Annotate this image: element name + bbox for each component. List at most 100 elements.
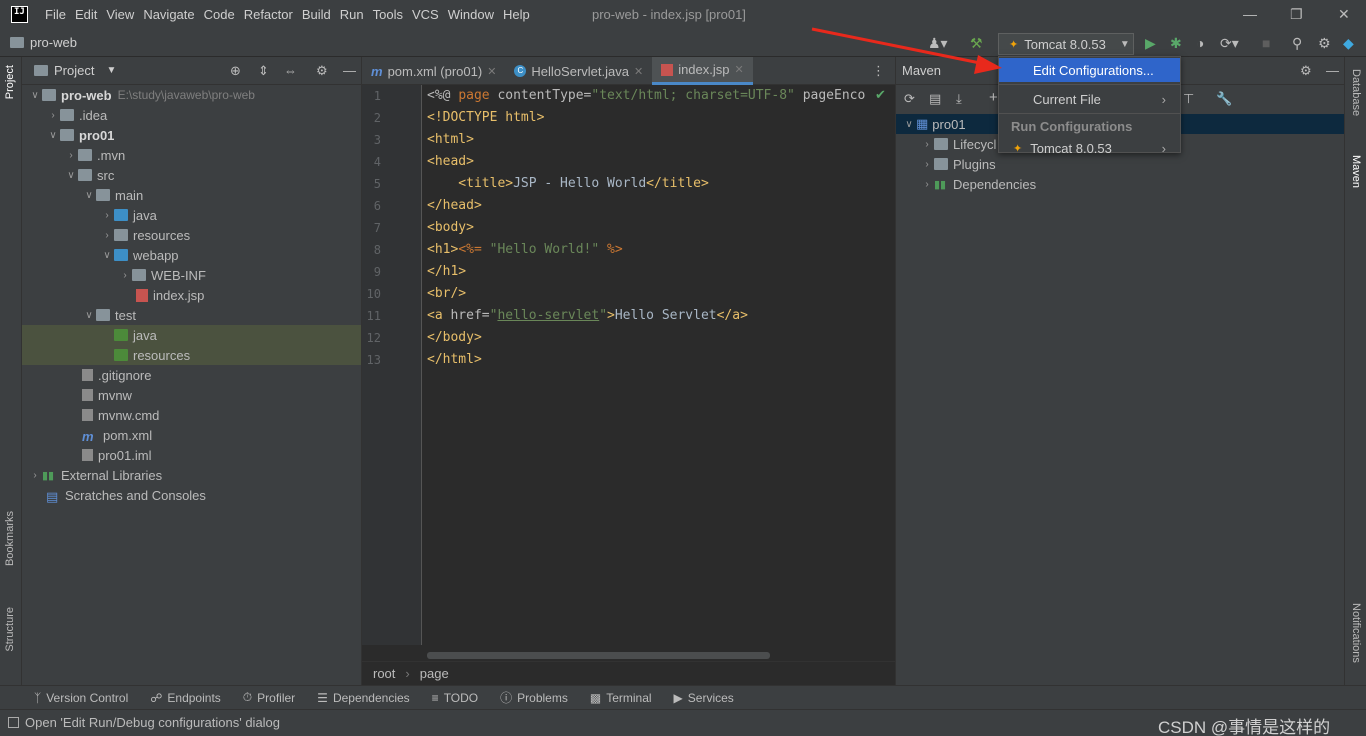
tree-item-test-resources[interactable]: resources	[22, 345, 361, 365]
tree-item-test-java[interactable]: java	[22, 325, 361, 345]
tree-item-scratches[interactable]: ▤ Scratches and Consoles	[22, 485, 361, 505]
menu-edit[interactable]: Edit	[75, 7, 97, 22]
plugin-icon[interactable]: ◆	[1343, 35, 1354, 52]
close-tab-icon[interactable]: ✕	[634, 65, 643, 78]
endpoints-button[interactable]: ☍ Endpoints	[150, 691, 221, 705]
todo-button[interactable]: ≡ TODO	[432, 691, 478, 705]
gear-icon[interactable]: ⚙	[1300, 63, 1312, 79]
wrench-icon[interactable]: 🔧	[1216, 91, 1232, 107]
add-icon[interactable]: +	[989, 89, 998, 106]
expand-all-icon[interactable]: ⇕	[258, 63, 269, 79]
build-hammer-icon[interactable]: ⚒	[970, 35, 983, 52]
search-icon[interactable]: ⚲	[1292, 35, 1302, 52]
toggle-tool-windows-icon[interactable]	[8, 717, 19, 728]
chevron-down-icon[interactable]: ∨	[82, 190, 96, 201]
chevron-right-icon[interactable]: ›	[920, 159, 934, 170]
more-tabs-icon[interactable]: ⋮	[872, 63, 885, 79]
chevron-down-icon[interactable]: ∨	[46, 130, 60, 141]
menu-vcs[interactable]: VCS	[412, 7, 439, 22]
hide-panel-icon[interactable]: —	[343, 63, 356, 78]
tree-item-resources[interactable]: › resources	[22, 225, 361, 245]
breadcrumb-page[interactable]: page	[420, 666, 449, 681]
tree-item-java[interactable]: › java	[22, 205, 361, 225]
tree-item-external-libraries[interactable]: › ▮▮ External Libraries	[22, 465, 361, 485]
tab-pom-xml[interactable]: m pom.xml (pro01) ✕	[362, 57, 505, 85]
collapse-all-icon[interactable]: ⇔	[284, 63, 297, 78]
chevron-down-icon[interactable]: ∨	[100, 250, 114, 261]
close-tab-icon[interactable]: ✕	[487, 65, 496, 78]
menu-code[interactable]: Code	[204, 7, 235, 22]
tree-item-mvnw[interactable]: mvnw	[22, 385, 361, 405]
generate-sources-icon[interactable]: ▤	[929, 91, 941, 107]
menu-help[interactable]: Help	[503, 7, 530, 22]
user-icon[interactable]: ♟▾	[928, 35, 948, 52]
close-icon[interactable]: ✕	[1338, 6, 1350, 23]
coverage-icon[interactable]: ◑	[1196, 35, 1204, 51]
tree-item-pro01[interactable]: ∨ pro01	[22, 125, 361, 145]
menu-tools[interactable]: Tools	[373, 7, 403, 22]
run-icon[interactable]: ▶	[1145, 35, 1156, 52]
chevron-right-icon[interactable]: ›	[118, 270, 132, 281]
chevron-down-icon[interactable]: ∨	[28, 90, 42, 101]
current-file-item[interactable]: Current File ›	[999, 87, 1180, 111]
menu-file[interactable]: File	[45, 7, 66, 22]
code-link[interactable]: hello-servlet	[497, 308, 599, 323]
tree-item-gitignore[interactable]: .gitignore	[22, 365, 361, 385]
edit-configurations-item[interactable]: Edit Configurations...	[999, 58, 1180, 82]
reload-icon[interactable]: ⟳	[904, 91, 915, 107]
tab-helloservlet-java[interactable]: C HelloServlet.java ✕	[505, 57, 652, 85]
profiler-button[interactable]: ⏱ Profiler	[243, 690, 295, 705]
tree-item-pom-xml[interactable]: m pom.xml	[22, 425, 361, 445]
chevron-right-icon[interactable]: ›	[64, 150, 78, 161]
run-configuration-selector[interactable]: ✦ Tomcat 8.0.53 ▼	[998, 33, 1134, 55]
code-editor[interactable]: <%@ page contentType="text/html; charset…	[427, 85, 893, 645]
services-button[interactable]: ▶ Services	[674, 691, 734, 705]
tree-item-web-inf[interactable]: › WEB-INF	[22, 265, 361, 285]
problems-button[interactable]: ⓘ Problems	[500, 689, 568, 706]
maven-tool-button[interactable]: Maven	[1350, 155, 1362, 188]
notifications-tool-button[interactable]: Notifications	[1350, 603, 1362, 663]
collapse-icon[interactable]: ⊤	[1183, 91, 1194, 107]
gear-icon[interactable]: ⚙	[1318, 35, 1331, 52]
menu-window[interactable]: Window	[448, 7, 494, 22]
database-tool-button[interactable]: Database	[1350, 69, 1362, 116]
chevron-right-icon[interactable]: ›	[920, 139, 934, 150]
chevron-right-icon[interactable]: ›	[28, 470, 42, 481]
structure-tool-button[interactable]: Structure	[4, 607, 16, 652]
project-panel-title[interactable]: Project	[54, 63, 94, 78]
tree-item-main[interactable]: ∨ main	[22, 185, 361, 205]
tree-item-src[interactable]: ∨ src	[22, 165, 361, 185]
chevron-right-icon[interactable]: ›	[100, 230, 114, 241]
tree-item-idea[interactable]: › .idea	[22, 105, 361, 125]
tree-item-webapp[interactable]: ∨ webapp	[22, 245, 361, 265]
chevron-down-icon[interactable]: ∨	[64, 170, 78, 181]
terminal-button[interactable]: ▩ Terminal	[590, 691, 652, 705]
menu-view[interactable]: View	[106, 7, 134, 22]
restore-icon[interactable]: ❐	[1290, 6, 1303, 23]
version-control-button[interactable]: ᛉ Version Control	[34, 691, 128, 705]
gear-icon[interactable]: ⚙	[316, 63, 328, 79]
menu-navigate[interactable]: Navigate	[143, 7, 194, 22]
bookmarks-tool-button[interactable]: Bookmarks	[4, 511, 16, 566]
chevron-right-icon[interactable]: ›	[100, 210, 114, 221]
chevron-down-icon[interactable]: ∨	[82, 310, 96, 321]
close-tab-icon[interactable]: ✕	[735, 63, 744, 76]
project-tool-button[interactable]: Project	[4, 65, 16, 99]
chevron-down-icon[interactable]: ▼	[106, 65, 116, 76]
tab-index-jsp[interactable]: index.jsp ✕	[652, 57, 753, 85]
tree-item-mvnw-cmd[interactable]: mvnw.cmd	[22, 405, 361, 425]
tree-item-test[interactable]: ∨ test	[22, 305, 361, 325]
horizontal-scrollbar[interactable]	[427, 652, 770, 659]
stop-icon[interactable]: ■	[1262, 35, 1270, 51]
chevron-right-icon[interactable]: ›	[46, 110, 60, 121]
locate-icon[interactable]: ⊕	[230, 63, 241, 79]
tree-item-index-jsp[interactable]: index.jsp	[22, 285, 361, 305]
menu-refactor[interactable]: Refactor	[244, 7, 293, 22]
tomcat-config-item[interactable]: ✦ Tomcat 8.0.53 ›	[999, 136, 1180, 160]
maven-dependencies[interactable]: › ▮▮ Dependencies	[896, 174, 1345, 194]
breadcrumb-project[interactable]: pro-web	[10, 35, 77, 50]
tree-item-mvn[interactable]: › .mvn	[22, 145, 361, 165]
minimize-icon[interactable]: —	[1243, 6, 1257, 22]
tree-item-pro-web[interactable]: ∨ pro-web E:\study\javaweb\pro-web	[22, 85, 361, 105]
dependencies-button[interactable]: ☰ Dependencies	[317, 691, 410, 705]
